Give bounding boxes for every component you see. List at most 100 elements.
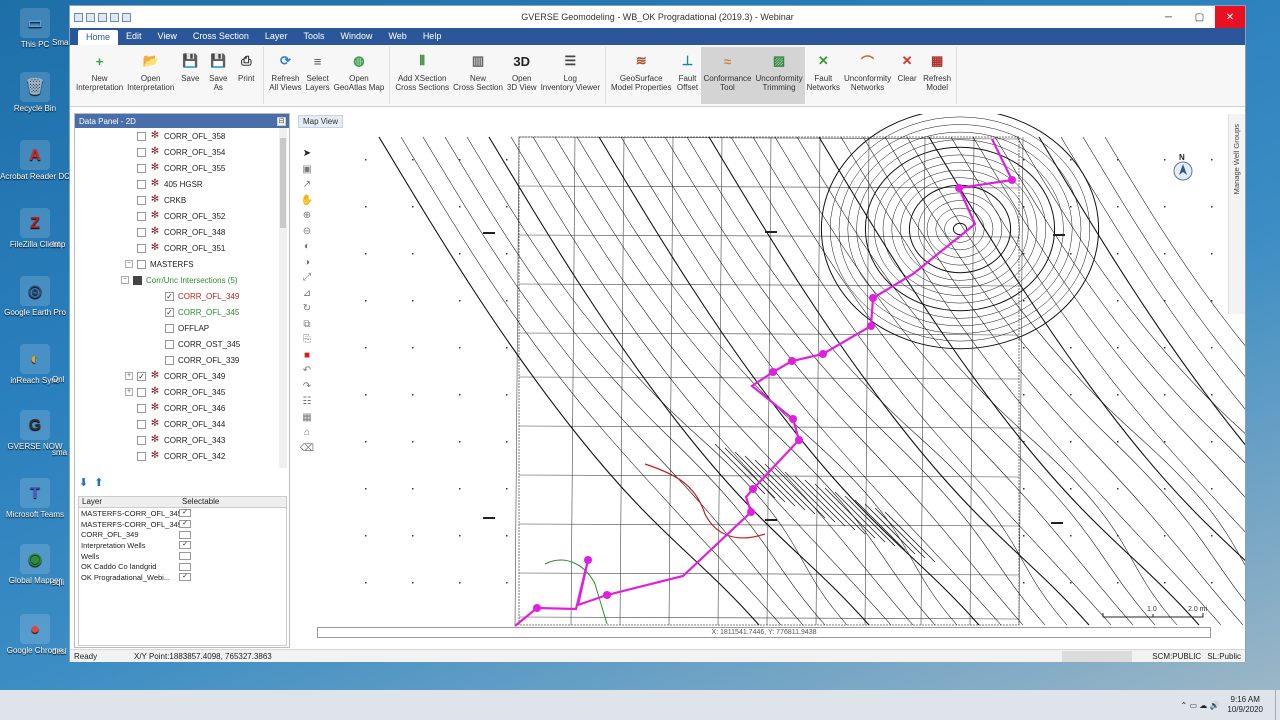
unconformity-networks-button[interactable]: ⌒ Unconformity Networks (842, 47, 893, 104)
quick-redo-icon[interactable] (110, 12, 119, 22)
log-inventory-viewer-button[interactable]: ☰ Log Inventory Viewer (539, 47, 602, 104)
tree-checkbox[interactable]: ✓ (137, 371, 146, 381)
menu-help[interactable]: Help (415, 31, 450, 45)
lock-icon[interactable]: ⌂ (296, 425, 318, 441)
tree-checkbox[interactable] (137, 147, 146, 157)
well-path-vertex[interactable] (867, 322, 875, 330)
tree-checkbox[interactable] (137, 227, 146, 237)
open-3d-view-button[interactable]: 3D Open 3D View (505, 47, 539, 104)
tray-icons[interactable]: ⌃ ▭ ☁ 🔊 (1181, 701, 1220, 710)
expand-toggle-icon[interactable]: − (121, 276, 129, 284)
tree-checkbox[interactable] (137, 451, 146, 461)
layer-table-row[interactable]: CORR_OFL_349 (79, 529, 286, 540)
undo-icon[interactable]: ↶ (296, 363, 318, 379)
menu-web[interactable]: Web (380, 31, 414, 45)
tree-item[interactable]: OFFLAP (165, 320, 209, 336)
expand-toggle-icon[interactable]: + (125, 388, 133, 396)
tree-checkbox[interactable]: ✓ (165, 291, 174, 301)
tree-item[interactable]: − Corr/Unc Intersections (5) (121, 272, 238, 288)
zoom-next-icon[interactable]: ◑ (296, 255, 318, 271)
copy-icon[interactable]: ⧉ (296, 317, 318, 333)
tree-checkbox[interactable] (137, 163, 146, 173)
tree-checkbox[interactable] (137, 259, 146, 269)
pin-icon[interactable]: ⊟ (277, 116, 286, 126)
rotate-icon[interactable]: ↻ (296, 301, 318, 317)
new-cross-section-button[interactable]: ▥ New Cross Section (451, 47, 505, 104)
tree-item[interactable]: ✻ CRKB (137, 192, 186, 208)
tree-checkbox[interactable] (137, 243, 146, 253)
well-path-vertex[interactable] (819, 350, 827, 358)
tree-item[interactable]: − MASTERFS (125, 256, 194, 272)
eraser-icon[interactable]: ⌫ (296, 441, 318, 457)
print-button[interactable]: ⎙ Print (232, 47, 260, 104)
tree-checkbox[interactable] (137, 435, 146, 445)
open-geoatlas-map-button[interactable]: ◍ Open GeoAtlas Map (332, 47, 387, 104)
menu-window[interactable]: Window (332, 31, 380, 45)
zoom-in-icon[interactable]: ⊕ (296, 208, 318, 224)
quick-save-icon[interactable] (86, 12, 95, 22)
tree-item[interactable]: ✻ CORR_OFL_343 (137, 432, 225, 448)
redo-icon[interactable]: ↷ (296, 379, 318, 395)
zoom-previous-icon[interactable]: ◐ (296, 239, 318, 255)
tree-item[interactable]: ✻ CORR_OFL_346 (137, 400, 225, 416)
zoom-extents-icon[interactable]: ⤢ (296, 270, 318, 286)
tree-checkbox[interactable] (137, 403, 146, 413)
well-path-vertex[interactable] (788, 357, 796, 365)
clock[interactable]: 9:16 AM 10/9/2020 (1227, 695, 1263, 715)
select-box-icon[interactable]: ▣ (296, 162, 318, 178)
menu-cross-section[interactable]: Cross Section (185, 31, 257, 45)
tree-item[interactable]: + ✻ CORR_OFL_345 (125, 384, 225, 400)
tree-checkbox[interactable] (165, 323, 174, 333)
select-layers-button[interactable]: ≡ Select Layers (304, 47, 332, 104)
selectable-checkbox[interactable] (179, 552, 191, 561)
tree-checkbox[interactable] (165, 355, 174, 365)
quick-print-icon[interactable] (122, 12, 131, 22)
tree-item[interactable]: ✻ 405 HGSR (137, 176, 203, 192)
layers-icon[interactable]: ☷ (296, 394, 318, 410)
layer-table-row[interactable]: MASTERFS-CORR_OFL_345 ✓ (79, 508, 286, 519)
well-path-vertex[interactable] (747, 508, 755, 516)
layer-table-row[interactable]: OK Progradational_Webi... ✓ (79, 572, 286, 583)
well-path-vertex[interactable] (769, 368, 777, 376)
save-as-button[interactable]: 💾 Save As (204, 47, 232, 104)
clear-button[interactable]: ✕ Clear (893, 47, 921, 104)
expand-toggle-icon[interactable]: + (125, 372, 133, 380)
move-down-icon[interactable]: ⬇ (79, 476, 88, 489)
map-canvas[interactable]: N 1.0 2.0 mi (295, 114, 1245, 649)
right-side-strip[interactable]: Manage Well Groups (1228, 114, 1245, 314)
tree-checkbox[interactable] (137, 195, 146, 205)
tree-item[interactable]: ✻ CORR_OFL_344 (137, 416, 225, 432)
zoom-out-icon[interactable]: ⊖ (296, 224, 318, 240)
select-arrow-icon[interactable]: ➤ (296, 146, 318, 162)
tree-scrollbar[interactable] (279, 128, 287, 468)
desktop-icon[interactable]: ◎ Google Earth Pro (0, 276, 70, 317)
tree-item[interactable]: + ✓ ✻ CORR_OFL_349 (125, 368, 225, 384)
tree-item[interactable]: CORR_OFL_339 (165, 352, 239, 368)
new-interpretation-button[interactable]: + New Interpretation (74, 47, 125, 104)
maximize-button[interactable]: ▢ (1184, 6, 1215, 28)
save-button[interactable]: 💾 Save (176, 47, 204, 104)
desktop-icon[interactable]: G GVERSE NOW (0, 410, 70, 451)
tree-item[interactable]: ✓ CORR_OFL_349 (165, 288, 239, 304)
well-path-vertex[interactable] (795, 436, 803, 444)
add-xsection-cross-sections-button[interactable]: ⫴ Add XSection Cross Sections (393, 47, 451, 104)
well-path-vertex[interactable] (955, 184, 963, 192)
tree-item[interactable]: ✓ CORR_OFL_345 (165, 304, 239, 320)
fault-offset-button[interactable]: ⊥ Fault Offset (673, 47, 701, 104)
tree-item[interactable]: ✻ CORR_OFL_351 (137, 240, 225, 256)
desktop-icon[interactable]: A Acrobat Reader DC (0, 140, 70, 181)
menu-view[interactable]: View (150, 31, 185, 45)
menu-edit[interactable]: Edit (118, 31, 150, 45)
desktop-icon[interactable]: T Microsoft Teams (0, 478, 70, 519)
selectable-checkbox[interactable]: ✓ (179, 520, 191, 529)
tree-checkbox[interactable] (137, 179, 146, 189)
minimize-button[interactable]: ─ (1153, 6, 1184, 28)
map-view[interactable]: Map View N 1.0 2.0 mi X: 1811541.7446, Y: … (295, 114, 1245, 649)
tree-checkbox[interactable] (137, 419, 146, 429)
layer-table-row[interactable]: OK Caddo Co landgrid (79, 561, 286, 572)
tree-item[interactable]: ✻ CORR_OFL_354 (137, 144, 225, 160)
layer-table-row[interactable]: Interpretation Wells ✓ (79, 540, 286, 551)
edit-pointer-icon[interactable]: ↗ (296, 177, 318, 193)
selectable-checkbox[interactable] (179, 530, 191, 539)
menu-layer[interactable]: Layer (257, 31, 296, 45)
